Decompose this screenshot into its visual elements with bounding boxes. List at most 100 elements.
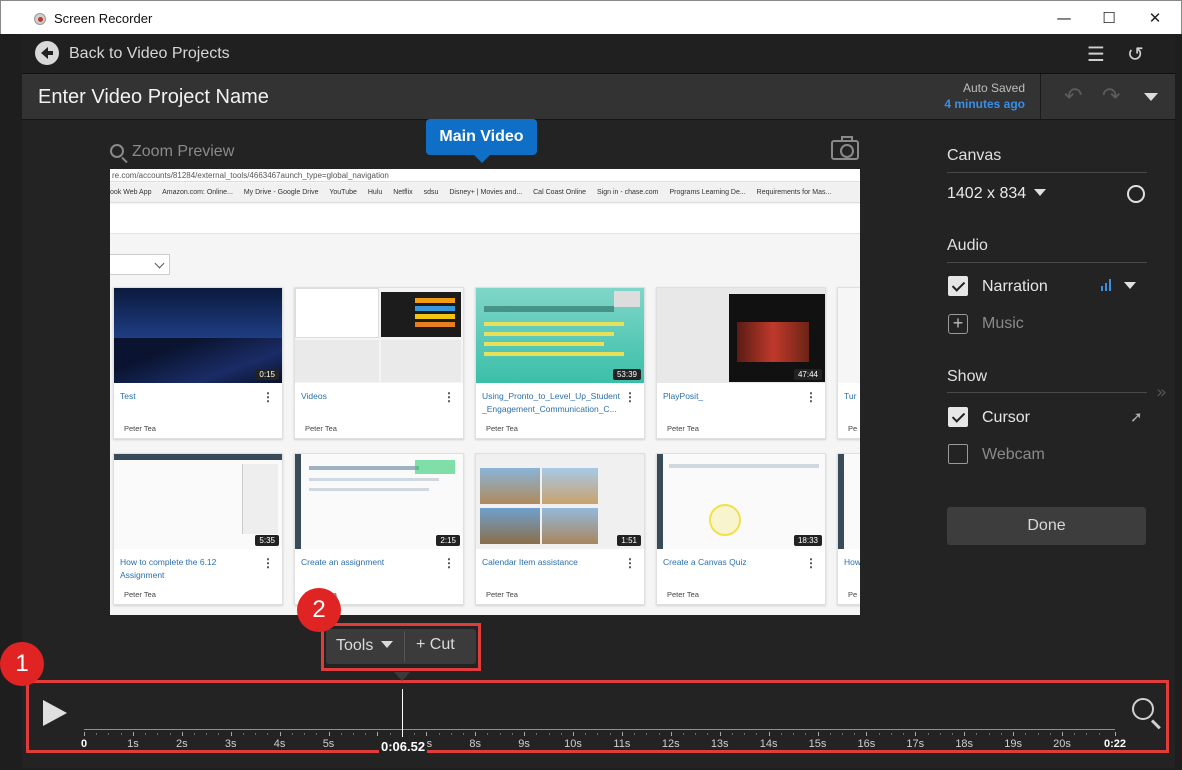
- photo-shape: [480, 508, 540, 544]
- duration-badge: 0:15: [255, 369, 279, 380]
- timeline-tick-label: 1s: [127, 738, 139, 750]
- tools-dropdown[interactable]: Tools: [336, 637, 394, 655]
- music-label[interactable]: Music: [982, 315, 1024, 333]
- video-thumbnail: 18:33: [657, 454, 825, 549]
- back-to-projects-link[interactable]: Back to Video Projects: [69, 45, 230, 63]
- video-card: How Pe: [837, 453, 860, 605]
- timeline-tick: [132, 732, 134, 736]
- main-video-tag[interactable]: Main Video: [426, 119, 537, 163]
- timeline-minor-tick: [194, 733, 196, 735]
- video-owner: Peter Tea: [486, 590, 518, 599]
- screen-recorder-window: Screen Recorder — ☐ ✕ Back to Video Proj…: [0, 0, 1182, 770]
- text-line-shape: [484, 332, 614, 336]
- cursor-label: Cursor: [982, 409, 1031, 426]
- back-arrow-icon[interactable]: [35, 41, 59, 65]
- project-name-input[interactable]: Enter Video Project Name: [38, 86, 269, 109]
- narration-options-caret-icon[interactable]: [1124, 282, 1136, 289]
- duration-badge: 5:35: [255, 535, 279, 546]
- timeline-tick-label: 9s: [518, 738, 530, 750]
- timeline-minor-tick: [1025, 733, 1027, 735]
- canvas-background-icon[interactable]: [1127, 185, 1145, 203]
- timeline-tick-label: 11s: [613, 738, 631, 750]
- window-titlebar: Screen Recorder — ☐ ✕: [0, 0, 1182, 34]
- done-button[interactable]: Done: [947, 507, 1146, 545]
- more-options-caret-icon[interactable]: [1144, 93, 1158, 101]
- redo-icon[interactable]: ↷: [1102, 84, 1120, 109]
- divider: [947, 172, 1147, 173]
- window-title: Screen Recorder: [54, 11, 153, 26]
- timeline-ruler[interactable]: [84, 729, 1115, 730]
- timeline-minor-tick: [585, 733, 587, 735]
- bar-shape: [415, 298, 455, 303]
- video-preview[interactable]: re.com/accounts/81284/external_tools/466…: [110, 169, 860, 615]
- webcam-checkbox[interactable]: [948, 444, 968, 464]
- video-thumbnail: 0:15: [114, 288, 282, 383]
- add-music-icon[interactable]: +: [948, 314, 968, 334]
- video-thumbnail: [295, 288, 463, 383]
- narration-checkbox[interactable]: [948, 276, 968, 296]
- timeline-minor-tick: [1086, 733, 1088, 735]
- cursor-checkbox[interactable]: [948, 407, 968, 427]
- canvas-size-dropdown[interactable]: 1402 x 834: [947, 185, 1047, 203]
- video-owner: Pe: [848, 590, 858, 599]
- caret-down-icon: [381, 641, 394, 648]
- timeline-tick: [181, 732, 183, 736]
- cursor-settings-icon[interactable]: ➚: [1130, 408, 1143, 426]
- timeline-minor-tick: [536, 733, 538, 735]
- video-thumbnail: 2:15: [295, 454, 463, 549]
- timeline-minor-tick: [744, 733, 746, 735]
- undo-icon[interactable]: ↶: [1064, 84, 1082, 109]
- queue-list-icon[interactable]: ☰: [1087, 42, 1105, 66]
- video-owner: Pe: [848, 424, 858, 433]
- timeline-minor-tick: [560, 733, 562, 735]
- cut-button[interactable]: + Cut: [416, 636, 455, 654]
- timeline-tick: [1062, 732, 1063, 736]
- duration-badge: 1:51: [617, 535, 641, 546]
- timeline-tick-label: 16s: [857, 738, 876, 750]
- bookmark-item: YouTube: [329, 189, 357, 196]
- minimize-button[interactable]: —: [1049, 7, 1079, 29]
- photo-shape: [542, 508, 598, 544]
- video-owner: Peter Tea: [667, 590, 699, 599]
- zoom-preview-button[interactable]: Zoom Preview: [110, 143, 234, 161]
- timeline-minor-tick: [695, 733, 697, 735]
- timeline-tick-label: 8s: [469, 738, 481, 750]
- collapse-panel-icon[interactable]: »: [1156, 382, 1167, 403]
- video-card: 2:15 Create an assignment ⋮ Peter Tea: [294, 453, 464, 605]
- playhead[interactable]: [402, 689, 403, 737]
- photo-shape: [480, 468, 540, 504]
- timeline-minor-tick: [951, 733, 953, 735]
- text-line-shape: [309, 478, 439, 481]
- timeline-zoom-icon[interactable]: [1132, 698, 1154, 720]
- side-panel: [922, 121, 1175, 676]
- kebab-icon: ⋮: [443, 390, 455, 404]
- camera-icon[interactable]: [831, 136, 859, 160]
- magnifier-icon: [110, 144, 124, 158]
- bookmark-item: Amazon.com: Online...: [162, 189, 233, 196]
- video-thumbnail: 53:39: [476, 288, 644, 383]
- auto-saved-time: 4 minutes ago: [944, 97, 1025, 111]
- kebab-icon: ⋮: [443, 556, 455, 570]
- timeline-tick-label: 13s: [710, 738, 729, 750]
- nav-strip-shape: [838, 454, 844, 549]
- close-button[interactable]: ✕: [1140, 7, 1170, 29]
- bookmark-item: Disney+ | Movies and...: [449, 189, 523, 196]
- history-icon[interactable]: ↺: [1127, 42, 1144, 66]
- timeline-minor-tick: [255, 733, 257, 735]
- video-card: Tur Pe: [837, 287, 860, 439]
- timeline-tick: [866, 732, 868, 736]
- kebab-icon: ⋮: [624, 556, 636, 570]
- text-line-shape: [484, 322, 624, 326]
- play-icon[interactable]: [43, 700, 67, 726]
- timeline-minor-tick: [903, 733, 905, 735]
- maximize-button[interactable]: ☐: [1094, 7, 1124, 29]
- timeline-tick-label: 14s: [759, 738, 778, 750]
- timeline-tick: [670, 732, 672, 736]
- video-title: Using_Pronto_to_Level_Up_Student_Engagem…: [482, 391, 620, 414]
- timeline-minor-tick: [267, 733, 269, 735]
- bookmark-item: Netflix: [393, 189, 413, 196]
- bookmark-item: Programs Learning De...: [669, 189, 746, 196]
- auto-saved-status: Auto Saved 4 minutes ago: [944, 81, 1025, 111]
- side-column-shape: [242, 464, 278, 534]
- timeline-tick: [573, 732, 574, 736]
